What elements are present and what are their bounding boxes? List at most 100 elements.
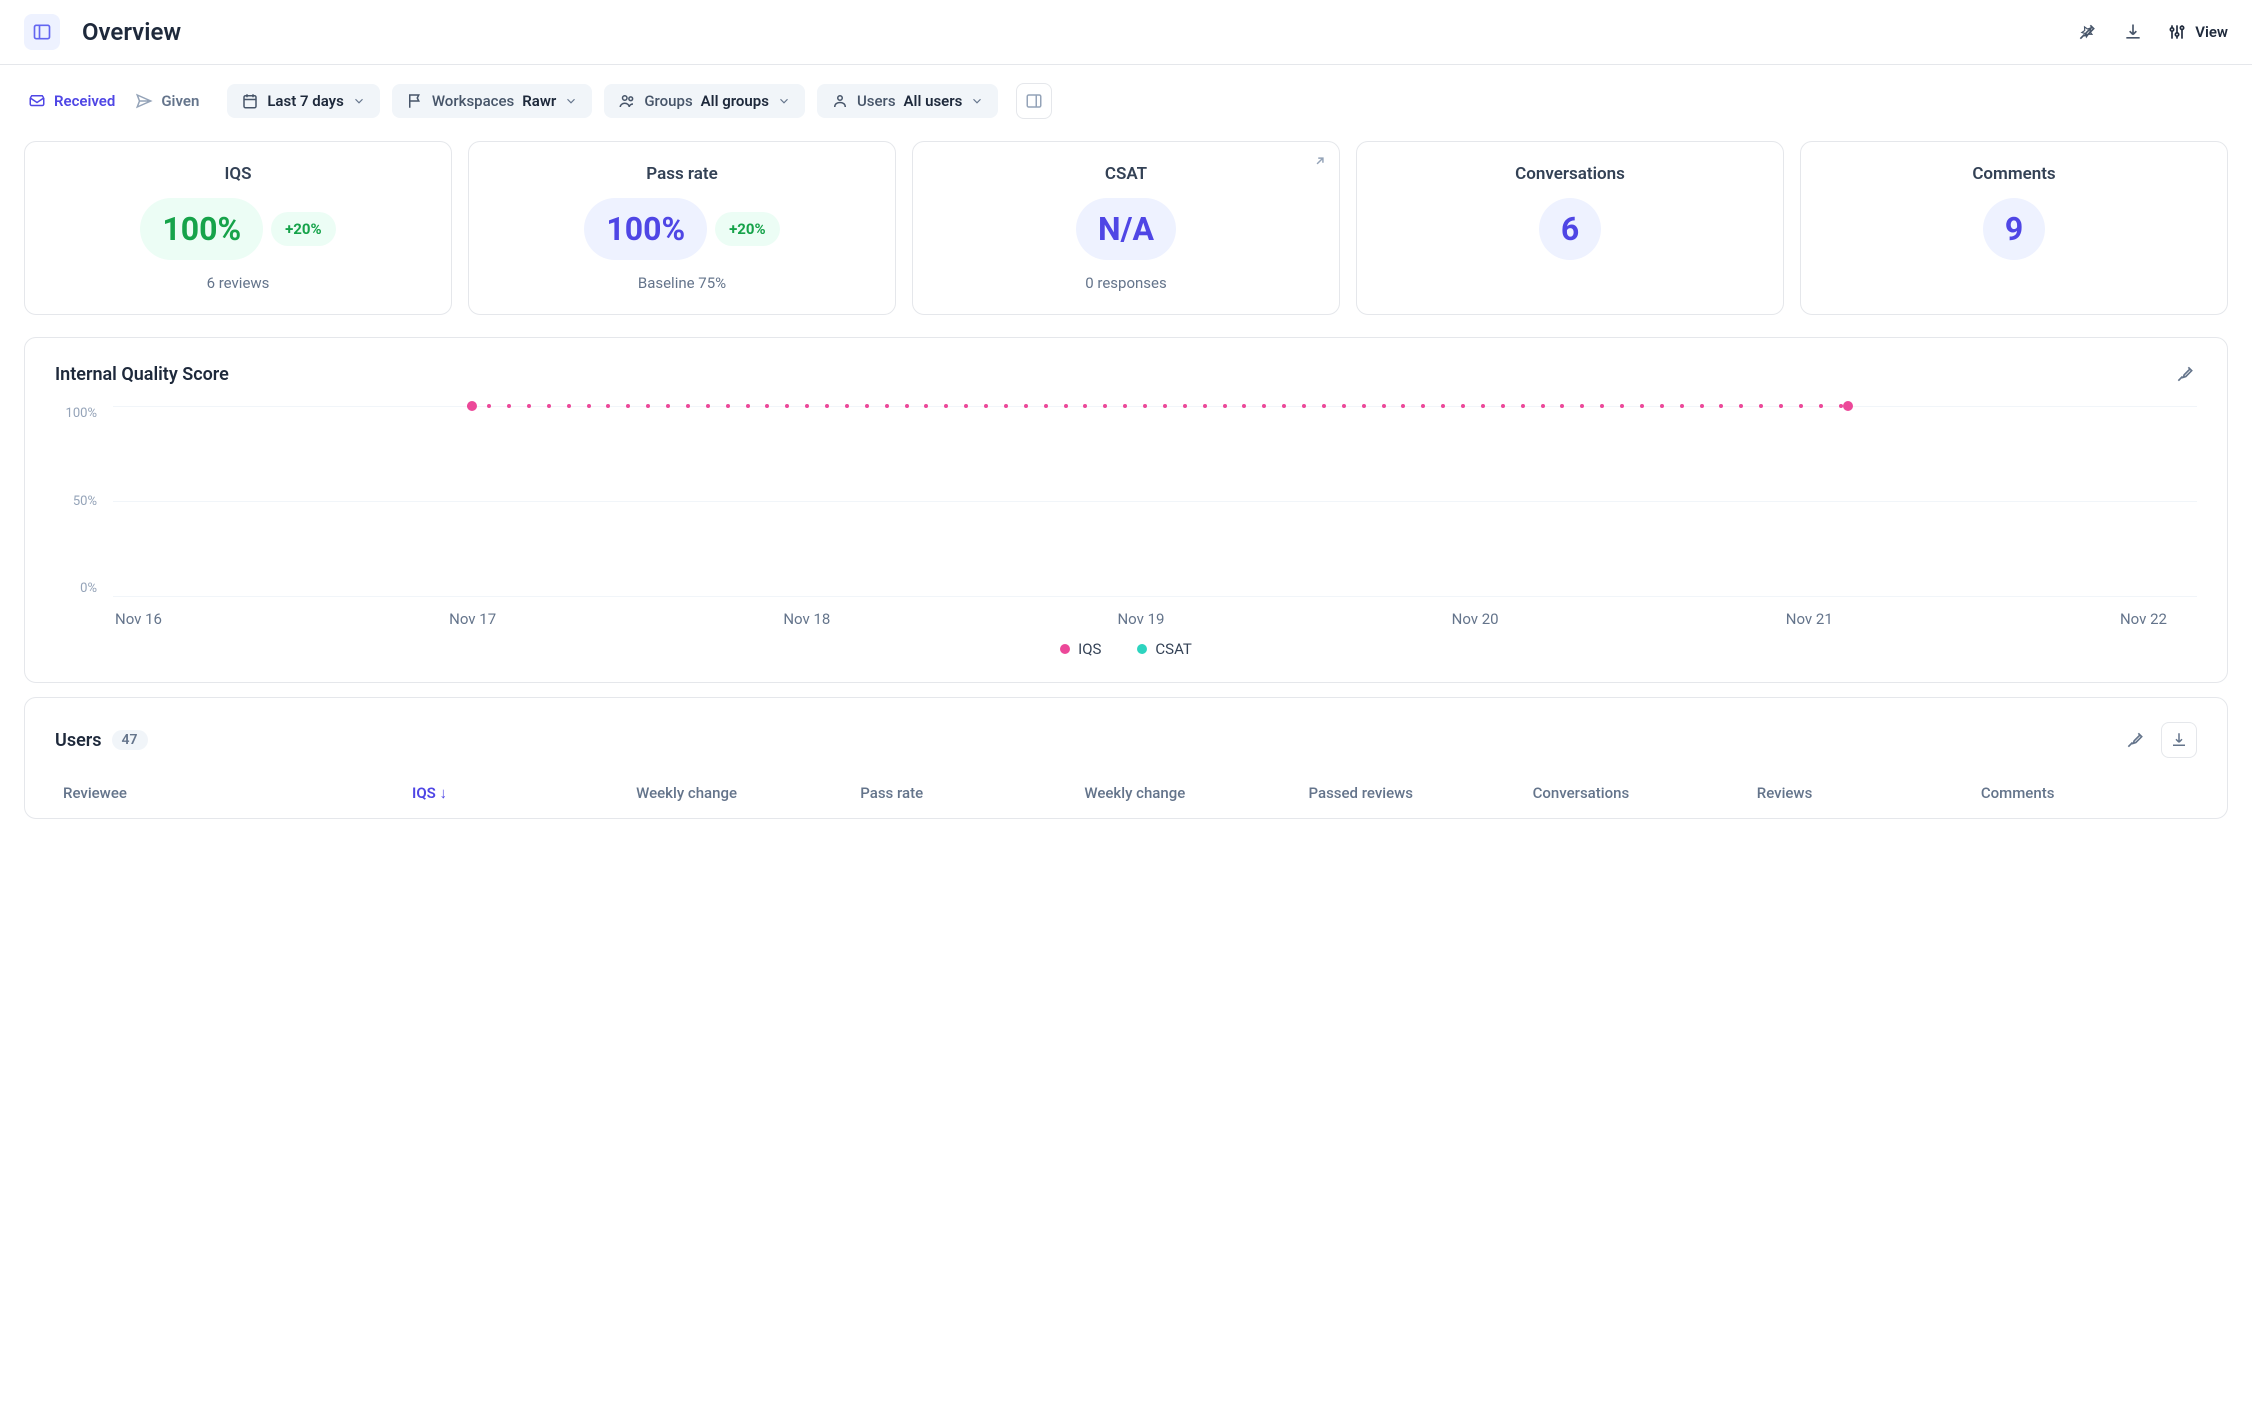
users-download-button[interactable]	[2161, 722, 2197, 758]
legend-dot-iqs	[1060, 644, 1070, 654]
calendar-icon	[241, 92, 259, 110]
download-button[interactable]	[2121, 20, 2145, 44]
x-tick: Nov 21	[1786, 610, 1833, 628]
col-comments[interactable]: Comments	[1973, 778, 2197, 808]
chevron-down-icon	[777, 94, 791, 108]
col-iqs-label: IQS	[412, 784, 436, 802]
page-title: Overview	[82, 18, 181, 46]
col-weekly-change-1[interactable]: Weekly change	[628, 778, 852, 808]
user-icon	[831, 92, 849, 110]
flag-icon	[406, 92, 424, 110]
col-conversations[interactable]: Conversations	[1525, 778, 1749, 808]
card-pass-rate-row: 100% +20%	[584, 198, 779, 260]
card-iqs-delta: +20%	[271, 212, 335, 246]
filter-workspaces[interactable]: Workspaces Rawr	[392, 84, 593, 118]
card-iqs[interactable]: IQS 100% +20% 6 reviews	[24, 141, 452, 315]
card-pass-rate-value: 100%	[584, 198, 707, 260]
card-iqs-title: IQS	[225, 164, 252, 184]
topbar-left: Overview	[24, 14, 181, 50]
filter-users-value: All users	[904, 92, 963, 110]
chart-grid	[113, 406, 2197, 596]
metric-cards: IQS 100% +20% 6 reviews Pass rate 100% +…	[0, 127, 2252, 323]
chart-panel: Internal Quality Score 100% 50% 0% Nov 1…	[24, 337, 2228, 683]
card-iqs-value: 100%	[140, 198, 263, 260]
card-conversations-title: Conversations	[1515, 164, 1625, 184]
x-tick: Nov 16	[115, 610, 162, 628]
card-iqs-row: 100% +20%	[140, 198, 335, 260]
chart-title: Internal Quality Score	[55, 364, 229, 385]
x-tick: Nov 17	[449, 610, 496, 628]
panel-toggle-button[interactable]	[1016, 83, 1052, 119]
col-iqs[interactable]: IQS ↓	[404, 778, 628, 808]
pin-button[interactable]	[2075, 20, 2099, 44]
y-tick: 0%	[55, 581, 103, 596]
topbar-right: View	[2075, 20, 2228, 44]
users-panel-header: Users 47	[55, 722, 2197, 758]
filter-date[interactable]: Last 7 days	[227, 84, 380, 118]
card-pass-rate-title: Pass rate	[646, 164, 717, 184]
col-weekly-change-2[interactable]: Weekly change	[1076, 778, 1300, 808]
inbox-icon	[28, 92, 46, 110]
view-button[interactable]: View	[2167, 22, 2228, 42]
col-passed-reviews[interactable]: Passed reviews	[1301, 778, 1525, 808]
legend-iqs[interactable]: IQS	[1060, 640, 1101, 658]
sidebar-toggle-button[interactable]	[24, 14, 60, 50]
arrow-up-right-icon	[1313, 154, 1327, 168]
download-icon	[2170, 731, 2188, 749]
chart-pin-button[interactable]	[2173, 362, 2197, 386]
pin-icon	[2175, 364, 2195, 384]
card-csat-expand[interactable]	[1313, 154, 1327, 168]
chevron-down-icon	[352, 94, 366, 108]
legend-dot-csat	[1137, 644, 1147, 654]
col-reviewee[interactable]: Reviewee	[55, 778, 404, 808]
x-tick: Nov 19	[1117, 610, 1164, 628]
col-reviews[interactable]: Reviews	[1749, 778, 1973, 808]
card-comments-title: Comments	[1972, 164, 2055, 184]
tab-given[interactable]: Given	[131, 84, 203, 118]
col-pass-rate[interactable]: Pass rate	[852, 778, 1076, 808]
chevron-down-icon	[970, 94, 984, 108]
legend-csat[interactable]: CSAT	[1137, 640, 1191, 658]
chart-area: 100% 50% 0%	[55, 406, 2197, 596]
filters-row: Received Given Last 7 days Workspaces Ra…	[0, 65, 2252, 127]
users-title: Users	[55, 730, 102, 751]
panel-right-icon	[1025, 92, 1043, 110]
sliders-icon	[2167, 22, 2187, 42]
filter-users-label: Users	[857, 92, 896, 110]
legend-iqs-label: IQS	[1078, 640, 1101, 658]
filter-groups[interactable]: Groups All groups	[604, 84, 805, 118]
card-pass-rate-sub: Baseline 75%	[638, 274, 726, 292]
chart-x-ticks: Nov 16 Nov 17 Nov 18 Nov 19 Nov 20 Nov 2…	[55, 596, 2197, 628]
legend-csat-label: CSAT	[1155, 640, 1191, 658]
card-comments[interactable]: Comments 9	[1800, 141, 2228, 315]
x-tick: Nov 20	[1452, 610, 1499, 628]
tab-given-label: Given	[161, 92, 199, 110]
chart-legend: IQS CSAT	[55, 628, 2197, 658]
card-conversations[interactable]: Conversations 6	[1356, 141, 1784, 315]
filter-users[interactable]: Users All users	[817, 84, 998, 118]
y-tick: 50%	[55, 494, 103, 509]
topbar: Overview View	[0, 0, 2252, 65]
card-csat-value: N/A	[1076, 198, 1176, 260]
tab-received[interactable]: Received	[24, 84, 119, 118]
users-panel: Users 47 Reviewee IQS ↓ Weekly change Pa…	[24, 697, 2228, 819]
x-tick: Nov 18	[783, 610, 830, 628]
chart-panel-header: Internal Quality Score	[55, 362, 2197, 386]
card-csat-title: CSAT	[1105, 164, 1147, 184]
chart-y-ticks: 100% 50% 0%	[55, 406, 103, 596]
card-pass-rate[interactable]: Pass rate 100% +20% Baseline 75%	[468, 141, 896, 315]
x-tick: Nov 22	[2120, 610, 2167, 628]
users-pin-button[interactable]	[2123, 728, 2147, 752]
card-csat-sub: 0 responses	[1085, 274, 1167, 292]
card-pass-rate-delta: +20%	[715, 212, 779, 246]
filter-date-label: Last 7 days	[267, 92, 344, 110]
filter-groups-value: All groups	[701, 92, 769, 110]
users-count-badge: 47	[112, 730, 148, 750]
pin-icon	[2125, 730, 2145, 750]
card-conversations-value: 6	[1539, 198, 1601, 260]
users-table-head: Reviewee IQS ↓ Weekly change Pass rate W…	[55, 778, 2197, 808]
card-comments-value: 9	[1983, 198, 2045, 260]
users-title-wrap: Users 47	[55, 730, 148, 751]
card-csat[interactable]: CSAT N/A 0 responses	[912, 141, 1340, 315]
filter-groups-label: Groups	[644, 92, 692, 110]
